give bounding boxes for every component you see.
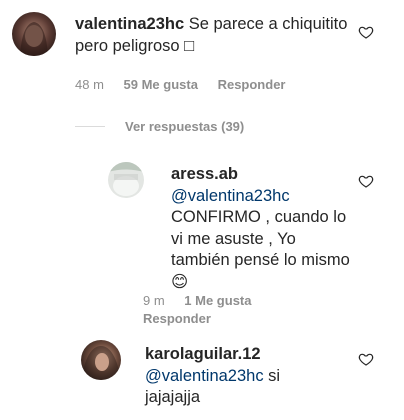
reply-reply-button[interactable]: Responder bbox=[143, 311, 211, 326]
reply-mention[interactable]: @valentina23hc bbox=[171, 187, 290, 205]
view-replies-button[interactable]: Ver respuestas (39) bbox=[125, 119, 244, 134]
reply-likes[interactable]: 1 Me gusta bbox=[184, 293, 251, 308]
reply-time: 9 m bbox=[143, 293, 165, 308]
reply-body-line2: jajajajja bbox=[145, 388, 201, 406]
comment-likes[interactable]: 59 Me gusta bbox=[124, 77, 198, 92]
comment-time: 48 m bbox=[75, 77, 104, 92]
comment-username[interactable]: valentina23hc bbox=[75, 15, 184, 33]
reply-text: karolaguilar.12 @valentina23hc si jajaja… bbox=[145, 344, 335, 409]
like-heart-icon[interactable] bbox=[358, 24, 374, 40]
reply-username[interactable]: aress.ab bbox=[171, 165, 238, 183]
comment-meta: 48 m 59 Me gusta Responder bbox=[75, 77, 301, 92]
reply-like-heart-icon[interactable] bbox=[358, 351, 374, 367]
reply-meta: 9 m 1 Me gusta Responder bbox=[143, 292, 323, 328]
reply-body-line2: vi me asuste , Yo bbox=[171, 229, 296, 248]
avatar[interactable] bbox=[12, 12, 56, 56]
replies-divider bbox=[75, 126, 105, 127]
reply-avatar[interactable] bbox=[108, 162, 144, 198]
reply-mention[interactable]: @valentina23hc bbox=[145, 367, 264, 385]
reply-like-heart-icon[interactable] bbox=[358, 173, 374, 189]
reply-body-line1: CONFIRMO , cuando lo bbox=[171, 208, 347, 226]
reply-avatar[interactable] bbox=[81, 340, 121, 380]
reply-username[interactable]: karolaguilar.12 bbox=[145, 345, 261, 363]
emoji-placeholder: □ bbox=[184, 36, 195, 55]
reply-text: aress.ab @valentina23hc CONFIRMO , cuand… bbox=[171, 164, 351, 293]
reply-emoji: 😊 bbox=[171, 272, 189, 291]
reply-button[interactable]: Responder bbox=[218, 77, 286, 92]
reply-body-line1: si bbox=[268, 366, 281, 385]
comment-text: valentina23hc Se parece a chiquitito per… bbox=[75, 14, 355, 57]
reply-body-line3: también pensé lo mismo bbox=[171, 251, 350, 269]
